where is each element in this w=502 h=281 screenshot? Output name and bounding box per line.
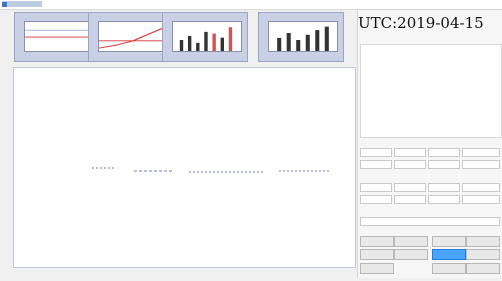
satellite-table[interactable] (360, 44, 502, 138)
settings-row (360, 160, 500, 169)
action-button-7[interactable] (432, 249, 466, 260)
window-titlebar (0, 0, 502, 10)
settings-box[interactable] (394, 148, 426, 157)
thumbnail-bar (179, 39, 184, 51)
thumbnail-bar (220, 37, 224, 51)
thumbnail-bar (305, 34, 310, 51)
bottom-button-mid[interactable] (432, 263, 466, 274)
thumbnail-chart-4[interactable] (258, 12, 344, 62)
settings-box[interactable] (428, 148, 460, 157)
main-chart-y-axis (1, 69, 13, 269)
action-button-3[interactable] (432, 236, 466, 247)
thumbnail-svg (179, 27, 233, 51)
mode-box[interactable] (428, 195, 460, 204)
thumbnail-bar (212, 33, 216, 51)
main-chart-svg (92, 167, 329, 173)
filter-row (360, 217, 500, 226)
thumbnail-bar (286, 33, 291, 51)
mode-box[interactable] (462, 183, 500, 192)
main-chart-marks (92, 167, 329, 173)
thumbnail-plot (172, 21, 242, 52)
action-button-1[interactable] (360, 236, 394, 247)
thumbnail-bar (196, 42, 200, 51)
settings-row (360, 148, 500, 157)
main-chart[interactable] (13, 67, 356, 268)
mode-row (360, 195, 500, 204)
app-window: UTC:2019-04-15 (0, 0, 502, 281)
settings-box[interactable] (360, 148, 392, 157)
filter-box[interactable] (360, 217, 500, 226)
action-button-6[interactable] (394, 249, 428, 260)
main-chart-x-axis (34, 268, 354, 273)
thumbnail-bar (296, 39, 301, 51)
thumbnail-bar (277, 37, 282, 51)
satellite-table-header (360, 36, 500, 44)
thumbnail-plot (24, 21, 94, 52)
mode-box[interactable] (394, 183, 426, 192)
app-icon (2, 2, 7, 7)
settings-box[interactable] (394, 160, 426, 169)
action-button-5[interactable] (360, 249, 394, 260)
settings-box[interactable] (428, 160, 460, 169)
bottom-button-right[interactable] (466, 263, 500, 274)
mode-box[interactable] (394, 195, 426, 204)
mode-box[interactable] (360, 195, 392, 204)
thumbnail-svg (277, 26, 329, 51)
action-button-4[interactable] (466, 236, 500, 247)
utc-date: UTC:2019-04-15 (358, 14, 484, 32)
thumbnail-bar (187, 35, 192, 51)
thumbnail-svg (98, 26, 168, 49)
thumbnail-svg (25, 29, 93, 38)
settings-box[interactable] (462, 160, 500, 169)
settings-box[interactable] (360, 160, 392, 169)
thumbnail-curve (98, 26, 168, 49)
mode-box[interactable] (428, 183, 460, 192)
action-button-2[interactable] (394, 236, 428, 247)
settings-box[interactable] (462, 148, 500, 157)
thumbnail-chart-3[interactable] (162, 12, 248, 62)
thumbnail-plot (98, 21, 168, 52)
bottom-button-left[interactable] (360, 263, 394, 274)
thumbnail-bar (315, 30, 320, 51)
mode-box[interactable] (462, 195, 500, 204)
thumbnail-bar (324, 26, 329, 51)
mode-row (360, 183, 500, 192)
thumbnail-bar (228, 27, 233, 51)
window-title-mark (2, 1, 42, 7)
thumbnail-plot (268, 21, 338, 52)
action-button-8[interactable] (466, 249, 500, 260)
mode-box[interactable] (360, 183, 392, 192)
thumbnail-bar (204, 31, 208, 51)
